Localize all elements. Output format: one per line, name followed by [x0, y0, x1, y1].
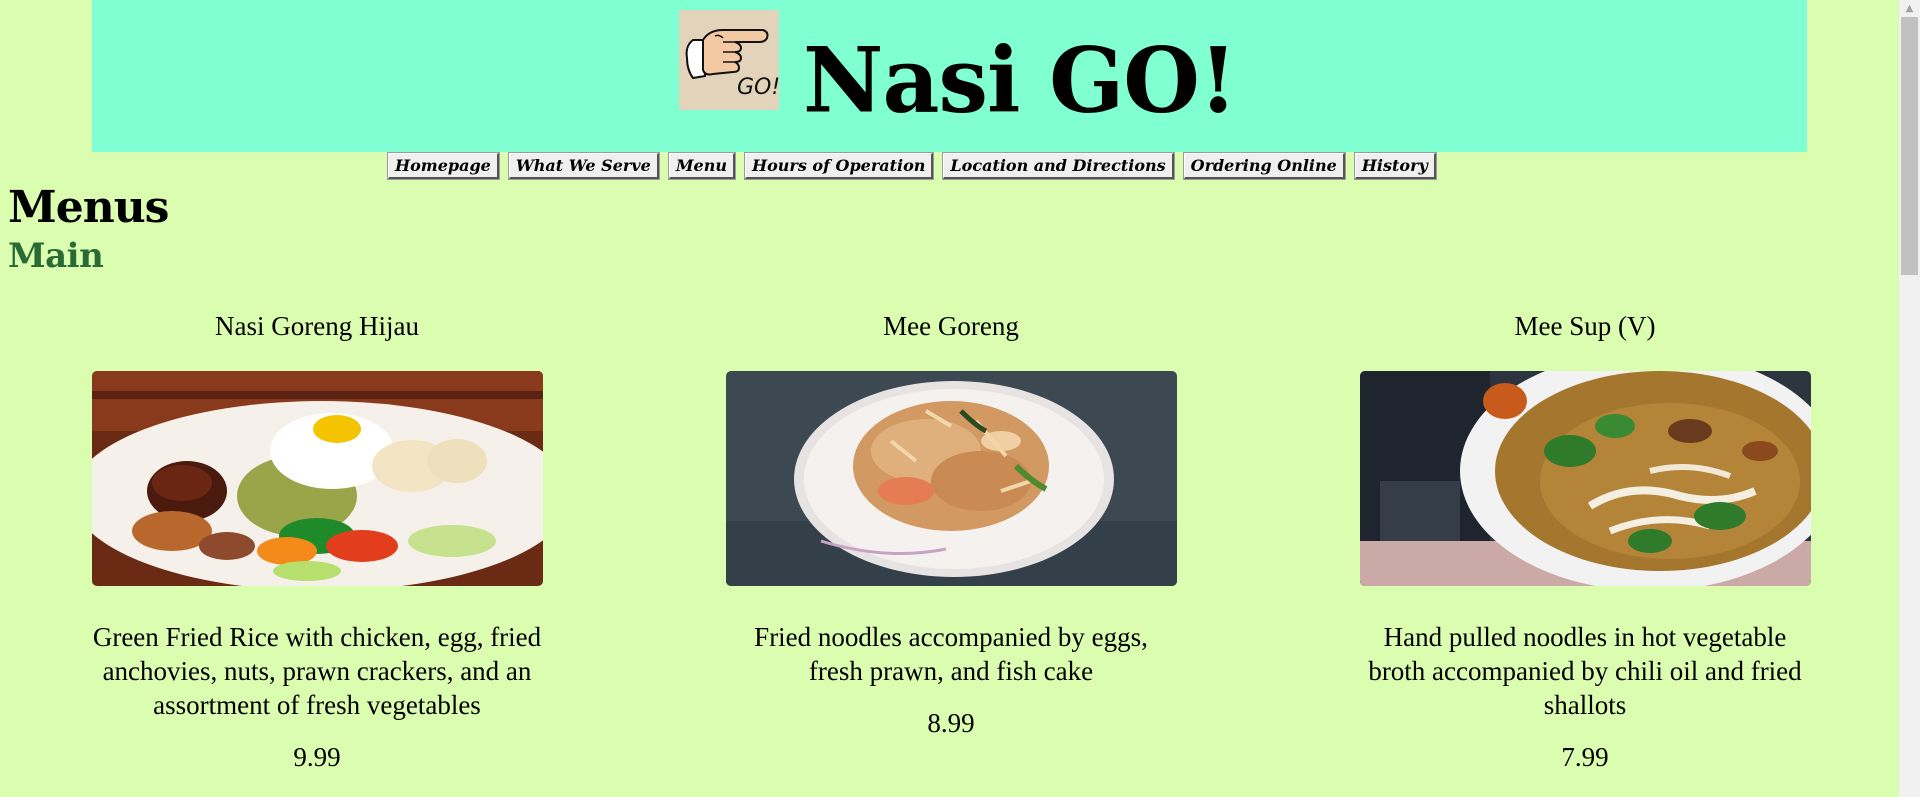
menu-item: Nasi Goreng Hijau Green Fried Rice with …: [0, 300, 634, 774]
mee-goreng-photo: [725, 371, 1177, 586]
dish-name: Nasi Goreng Hijau: [215, 311, 419, 341]
dish-price: 9.99: [293, 742, 341, 772]
nav-history-button[interactable]: History: [1353, 152, 1437, 180]
mee-sup-photo: [1359, 371, 1811, 586]
dish-description: Green Fried Rice with chicken, egg, frie…: [92, 622, 542, 720]
dish-description: Fried noodles accompanied by eggs, fresh…: [754, 622, 1148, 686]
scrollbar-thumb[interactable]: [1901, 17, 1918, 275]
site-title: Nasi GO!: [803, 26, 1238, 134]
section-title: Main: [8, 236, 104, 276]
chevron-up-icon[interactable]: ▲: [1899, 0, 1920, 17]
page-title: Menus: [8, 182, 169, 233]
dish-price: 8.99: [927, 708, 975, 738]
nasi-goreng-hijau-photo: [91, 371, 543, 586]
nav-menu-button[interactable]: Menu: [667, 152, 736, 180]
dish-name: Mee Sup (V): [1514, 311, 1656, 341]
dish-price: 7.99: [1561, 742, 1609, 772]
dish-name: Mee Goreng: [883, 311, 1019, 341]
nav-hours-button[interactable]: Hours of Operation: [743, 152, 935, 180]
page: GO! Nasi GO! Homepage What We Serve Menu…: [0, 0, 1920, 797]
nav-location-button[interactable]: Location and Directions: [942, 152, 1175, 180]
nav-what-we-serve-button[interactable]: What We Serve: [507, 152, 660, 180]
main-content: GO! Nasi GO! Homepage What We Serve Menu…: [0, 0, 1899, 797]
dish-description: Hand pulled noodles in hot vegetable bro…: [1368, 622, 1802, 720]
menu-item: Mee Sup (V) Hand pulled noodles in hot v…: [1268, 300, 1899, 774]
pointing-hand-icon[interactable]: GO!: [679, 10, 779, 110]
vertical-scrollbar[interactable]: ▲: [1899, 0, 1920, 797]
nav-ordering-online-button[interactable]: Ordering Online: [1182, 152, 1346, 180]
logo-text: GO!: [737, 75, 779, 100]
site-header: GO! Nasi GO!: [92, 0, 1807, 152]
main-nav: Homepage What We Serve Menu Hours of Ope…: [387, 152, 1437, 180]
menu-item: Mee Goreng Fried noodles accompanied by …: [634, 300, 1268, 740]
nav-homepage-button[interactable]: Homepage: [387, 152, 500, 180]
